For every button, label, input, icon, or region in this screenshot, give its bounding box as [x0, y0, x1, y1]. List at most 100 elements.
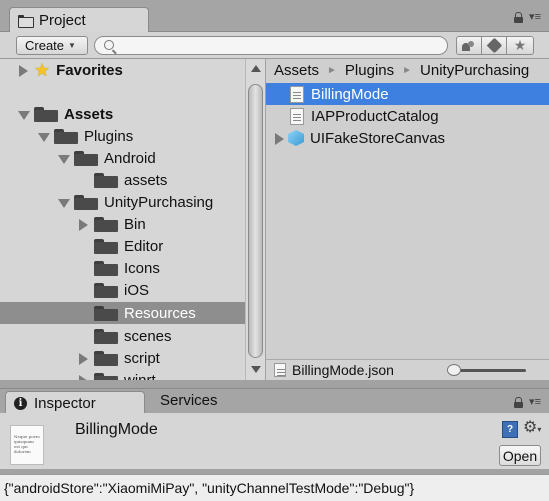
gear-icon[interactable]: ⚙▾	[523, 417, 541, 437]
scroll-down-icon[interactable]	[251, 366, 261, 373]
collapse-arrow-icon[interactable]	[58, 197, 70, 208]
create-button[interactable]: Create ▼	[16, 36, 88, 55]
tree-item-label: Assets	[64, 105, 114, 123]
tree-item-label: assets	[124, 171, 168, 189]
folder-icon	[74, 150, 98, 166]
asset-item-billingmode[interactable]: BillingMode	[266, 83, 549, 105]
asset-preview-thumbnail: Neque porro quisquam est qui dolorem	[10, 425, 44, 465]
tree-item-label: Resources	[124, 304, 196, 322]
prefab-cube-icon	[288, 130, 304, 146]
inspector-tabbar: i Inspector Services ▾≡	[0, 388, 549, 414]
folder-icon	[94, 328, 118, 344]
breadcrumb-item[interactable]: UnityPurchasing	[420, 62, 529, 79]
inspector-panel: Neque porro quisquam est qui dolorem Bil…	[0, 413, 549, 469]
caret-down-icon: ▼	[68, 41, 76, 50]
expand-arrow-icon[interactable]	[78, 219, 88, 231]
folder-icon	[94, 172, 118, 188]
text-file-icon	[274, 363, 286, 377]
folder-tree[interactable]: ★ Favorites Assets Plugins Android asset…	[0, 59, 265, 380]
collapse-arrow-icon[interactable]	[38, 131, 50, 142]
filter-by-label-button[interactable]	[481, 36, 507, 55]
open-button[interactable]: Open	[499, 445, 541, 466]
folder-icon	[94, 238, 118, 254]
scroll-up-icon[interactable]	[251, 65, 261, 72]
lock-icon[interactable]	[514, 397, 524, 408]
help-book-icon[interactable]: ?	[502, 421, 518, 438]
inspector-window-controls: ▾≡	[514, 397, 541, 408]
open-button-label: Open	[502, 447, 538, 464]
tab-services[interactable]: Services	[160, 392, 218, 409]
breadcrumb-item[interactable]: Assets	[274, 62, 319, 79]
scrollbar-thumb[interactable]	[248, 84, 263, 358]
filter-by-type-button[interactable]	[456, 36, 482, 55]
create-button-label: Create	[25, 38, 65, 53]
tag-filter-icon	[486, 37, 502, 54]
tree-scrollbar[interactable]	[245, 59, 265, 380]
scene-filter-icon	[462, 40, 476, 51]
expand-arrow-icon[interactable]	[78, 353, 88, 365]
text-asset-preview: {"androidStore":"XiaomiMiPay", "unityCha…	[0, 474, 549, 501]
tree-item-assets[interactable]: Assets	[0, 103, 245, 125]
folder-icon	[54, 128, 78, 144]
star-filter-icon: ★	[513, 37, 527, 53]
tree-item-winrt[interactable]: winrt	[0, 369, 245, 380]
breadcrumb-separator-icon: ►	[327, 64, 337, 76]
folder-icon	[94, 216, 118, 232]
expand-arrow-icon[interactable]	[274, 133, 284, 145]
save-search-button[interactable]: ★	[506, 36, 534, 55]
favorites-star-icon: ★	[34, 59, 51, 80]
tree-item-bin[interactable]: Bin	[0, 213, 245, 235]
tree-item-ios[interactable]: iOS	[0, 279, 245, 301]
tree-item-editor[interactable]: Editor	[0, 235, 245, 257]
window-menu-icon[interactable]: ▾≡	[529, 397, 541, 408]
json-preview-text: {"androidStore":"XiaomiMiPay", "unityCha…	[4, 480, 415, 496]
tree-item-android[interactable]: Android	[0, 147, 245, 169]
text-file-icon	[290, 85, 304, 103]
breadcrumb: Assets ► Plugins ► UnityPurchasing	[266, 59, 549, 81]
slider-knob[interactable]	[447, 364, 461, 376]
tree-item-scenes[interactable]: scenes	[0, 325, 245, 347]
tree-item-favorites[interactable]: ★ Favorites	[0, 59, 245, 81]
folder-icon	[94, 372, 118, 380]
tree-item-script[interactable]: script	[0, 347, 245, 369]
asset-item-label: UIFakeStoreCanvas	[310, 129, 446, 147]
tree-item-label: scenes	[124, 327, 172, 345]
expand-arrow-icon[interactable]	[18, 65, 28, 77]
folder-icon	[94, 350, 118, 366]
tree-item-assets-sub[interactable]: assets	[0, 169, 245, 191]
folder-icon	[18, 15, 34, 28]
tree-item-resources[interactable]: Resources	[0, 302, 245, 324]
search-icon	[104, 40, 114, 50]
tree-item-unitypurchasing[interactable]: UnityPurchasing	[0, 191, 245, 213]
tree-item-label: Plugins	[84, 127, 134, 145]
tree-item-label: script	[124, 349, 160, 367]
asset-statusbar: BillingMode.json	[266, 359, 549, 380]
tree-item-icons[interactable]: Icons	[0, 257, 245, 279]
expand-arrow-icon[interactable]	[78, 375, 88, 380]
icon-size-slider[interactable]	[447, 364, 526, 376]
tree-item-label: iOS	[124, 281, 150, 299]
search-field[interactable]	[94, 36, 448, 55]
tree-item-label: Bin	[124, 215, 146, 233]
asset-item-uifakestorecanvas[interactable]: UIFakeStoreCanvas	[266, 127, 549, 149]
asset-thumbnail-text: Neque porro quisquam est qui dolorem	[14, 434, 40, 454]
text-file-icon	[290, 107, 304, 125]
tree-item-plugins[interactable]: Plugins	[0, 125, 245, 147]
asset-item-label: BillingMode	[311, 85, 389, 103]
collapse-arrow-icon[interactable]	[18, 109, 30, 120]
folder-icon	[94, 305, 118, 321]
lock-icon[interactable]	[514, 12, 524, 23]
window-menu-icon[interactable]: ▾≡	[529, 12, 541, 23]
tree-item-label: Android	[104, 149, 156, 167]
tree-item-label: Editor	[124, 237, 164, 255]
project-tab[interactable]: Project	[9, 7, 149, 32]
breadcrumb-item[interactable]: Plugins	[345, 62, 394, 79]
folder-icon	[94, 282, 118, 298]
folder-icon	[94, 260, 118, 276]
tab-inspector[interactable]: i Inspector	[5, 391, 145, 414]
search-input[interactable]	[121, 38, 441, 53]
tree-item-label: Favorites	[56, 61, 123, 79]
asset-item-iapproductcatalog[interactable]: IAPProductCatalog	[266, 105, 549, 127]
breadcrumb-separator-icon: ►	[402, 64, 413, 76]
collapse-arrow-icon[interactable]	[58, 153, 70, 164]
